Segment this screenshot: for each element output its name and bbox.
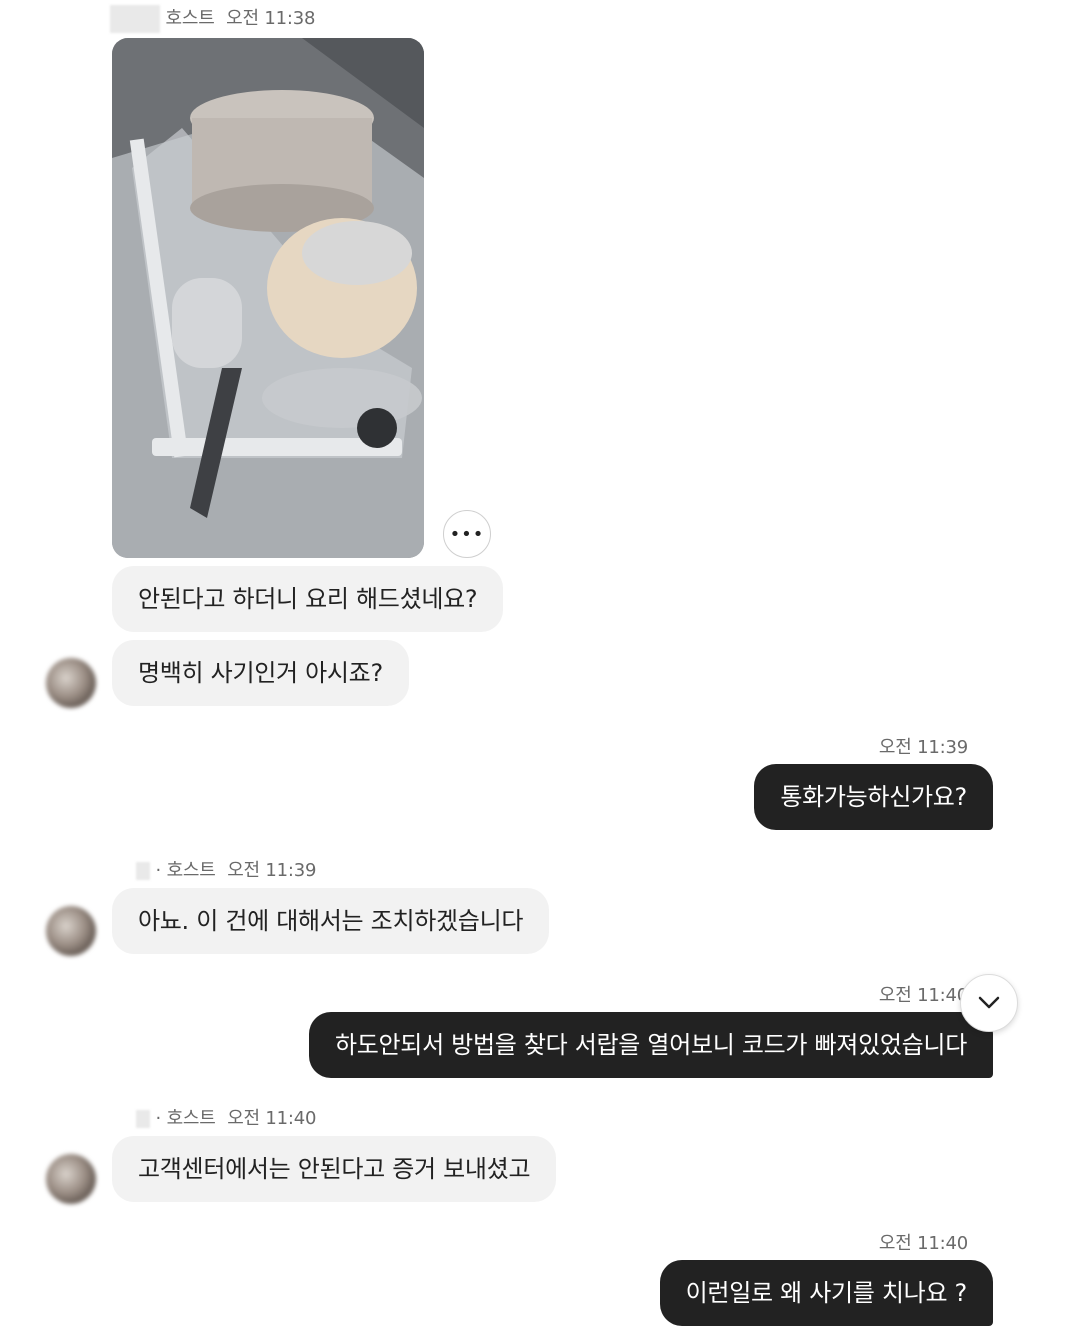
message-text: 이런일로 왜 사기를 치나요 ? bbox=[685, 1279, 968, 1307]
incoming-message-bubble: 고객센터에서는 안된다고 증거 보내셨고 bbox=[112, 1136, 557, 1202]
sender-role: · 호스트 bbox=[155, 1108, 216, 1129]
message-header: · 호스트 오전 11:40 bbox=[136, 1104, 317, 1130]
host-avatar[interactable] bbox=[46, 906, 96, 956]
dish-rack-photo bbox=[112, 38, 424, 558]
outgoing-message-bubble: 통화가능하신가요? bbox=[754, 764, 993, 830]
message-text: 아뇨. 이 건에 대해서는 조치하겠습니다 bbox=[138, 907, 524, 935]
message-time: 오전 11:40 bbox=[227, 1108, 317, 1129]
host-name-redacted bbox=[110, 5, 160, 33]
ellipsis-icon: ••• bbox=[449, 523, 485, 545]
host-name-redacted bbox=[136, 862, 150, 880]
message-header: · 호스트 오전 11:39 bbox=[136, 856, 317, 882]
incoming-message-bubble: 안된다고 하더니 요리 해드셨네요? bbox=[112, 566, 504, 632]
message-text: 하도안되서 방법을 찾다 서랍을 열어보니 코드가 빠져있었습니다 bbox=[334, 1031, 967, 1059]
message-time: 오전 11:38 bbox=[226, 8, 316, 29]
message-header: 호스트 오전 11:38 bbox=[110, 4, 315, 33]
message-time: 오전 11:40 bbox=[878, 1233, 968, 1254]
host-avatar[interactable] bbox=[46, 1154, 96, 1204]
more-options-button[interactable]: ••• bbox=[443, 510, 491, 558]
message-text: 고객센터에서는 안된다고 증거 보내셨고 bbox=[138, 1155, 531, 1183]
host-avatar[interactable] bbox=[46, 658, 96, 708]
outgoing-message-bubble: 하도안되서 방법을 찾다 서랍을 열어보니 코드가 빠져있었습니다 bbox=[308, 1012, 993, 1078]
sender-role: · 호스트 bbox=[155, 860, 216, 881]
message-time: 오전 11:40 bbox=[878, 985, 968, 1006]
sender-role: 호스트 bbox=[165, 8, 215, 29]
incoming-message-bubble: 명백히 사기인거 아시죠? bbox=[112, 640, 409, 706]
message-time: 오전 11:39 bbox=[227, 860, 317, 881]
message-time: 오전 11:39 bbox=[878, 737, 968, 758]
scroll-to-bottom-button[interactable] bbox=[960, 974, 1018, 1032]
incoming-message-bubble: 아뇨. 이 건에 대해서는 조치하겠습니다 bbox=[112, 888, 550, 954]
message-text: 안된다고 하더니 요리 해드셨네요? bbox=[138, 585, 478, 613]
chevron-down-icon bbox=[978, 996, 1000, 1009]
host-name-redacted bbox=[136, 1110, 150, 1128]
message-text: 명백히 사기인거 아시죠? bbox=[138, 659, 383, 687]
outgoing-message-bubble: 이런일로 왜 사기를 치나요 ? bbox=[659, 1260, 993, 1326]
message-text: 통화가능하신가요? bbox=[780, 783, 967, 811]
image-attachment[interactable] bbox=[112, 38, 424, 558]
